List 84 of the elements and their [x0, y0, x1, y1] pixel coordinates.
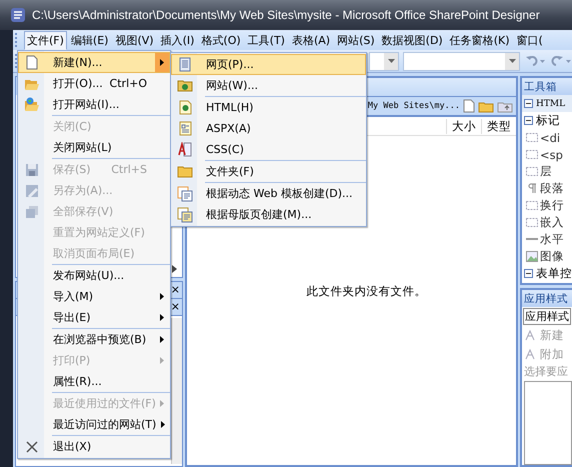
menu-item[interactable]: 导入(M) — [18, 286, 170, 307]
image-icon[interactable] — [526, 251, 538, 262]
toolbox-item[interactable]: <sp — [540, 148, 563, 162]
new-page-icon[interactable] — [463, 99, 475, 113]
form-page-icon — [178, 121, 192, 136]
web-page-icon — [178, 57, 192, 72]
menu-item[interactable]: 新建(N)... — [18, 52, 170, 73]
column-header[interactable]: 大小 — [446, 118, 481, 134]
disks-icon — [25, 204, 39, 218]
menu-item[interactable]: 工具(T) — [244, 30, 288, 50]
arrow-right-icon[interactable] — [172, 265, 178, 273]
menu-item[interactable]: 退出(X) — [18, 436, 170, 457]
menu-item[interactable]: 表格(A) — [288, 30, 334, 50]
element-icon[interactable] — [526, 166, 538, 177]
element-icon[interactable] — [526, 200, 538, 211]
element-icon[interactable] — [526, 217, 538, 228]
globe-folder-icon — [24, 97, 40, 112]
menu-item[interactable]: 窗口( — [514, 30, 546, 50]
menu-item[interactable]: 导出(E) — [18, 307, 170, 328]
redo-icon[interactable] — [550, 54, 572, 68]
collapse-icon[interactable] — [524, 116, 533, 125]
close-icon — [26, 440, 38, 452]
menu-item[interactable]: 根据动态 Web 模板创建(D)... — [171, 183, 366, 204]
caret-icon — [388, 59, 395, 63]
menu-item[interactable]: 最近访问过的网站(T) — [18, 414, 170, 435]
menu-item[interactable]: 打开网站(I)... — [18, 94, 170, 115]
toolbox-item[interactable]: 图像 — [540, 249, 564, 264]
pilcrow-icon[interactable] — [526, 183, 538, 194]
menu-item[interactable]: 属性(R)... — [18, 371, 170, 392]
menu-item[interactable]: 打开(O)... Ctrl+O — [18, 73, 170, 94]
menu-item[interactable]: 网页(P)... — [171, 54, 366, 75]
section-label: 表单控 — [536, 266, 572, 281]
menu-item[interactable]: CSS(C) — [171, 139, 366, 160]
caret-icon — [508, 59, 516, 63]
disk-pencil-icon — [25, 184, 39, 198]
menu-item[interactable]: 根据母版页创建(M)... — [171, 204, 366, 225]
menu-item[interactable]: 文件(F) — [24, 30, 67, 50]
panel-title: 工具箱 — [524, 80, 557, 94]
toolbox-item[interactable]: 换行 — [540, 198, 564, 213]
element-icon[interactable] — [526, 132, 538, 143]
folder-icon — [177, 165, 193, 178]
page-icon — [26, 55, 38, 70]
template-page-icon — [177, 186, 193, 202]
menu-item[interactable]: 编辑(E) — [68, 30, 112, 50]
menu-item[interactable]: 文件夹(F) — [171, 161, 366, 182]
section-label: 标记 — [536, 113, 560, 128]
section-label: HTML — [536, 98, 566, 108]
toolbox-item[interactable]: <di — [540, 130, 560, 144]
dropdown[interactable] — [369, 52, 400, 70]
collapse-icon[interactable] — [524, 269, 533, 278]
toolbox-item[interactable]: 水平 — [540, 232, 564, 247]
tab[interactable]: 应用样式 — [523, 308, 571, 325]
collapse-icon[interactable] — [524, 99, 533, 108]
globe-folder-icon — [177, 79, 193, 92]
globe-page-icon — [178, 100, 192, 115]
menu-item[interactable]: 网站(W)... — [171, 75, 366, 96]
element-icon[interactable] — [526, 149, 538, 160]
column-header[interactable]: 类型 — [481, 118, 516, 134]
hint-text: 选择要应 — [523, 364, 569, 379]
menu-item[interactable]: 网站(S) — [334, 30, 378, 50]
folder-path: My Web Sites\my... — [368, 101, 460, 111]
menu-item[interactable]: 视图(V) — [112, 30, 157, 50]
menu-item[interactable]: HTML(H) — [171, 97, 366, 118]
scrollbar[interactable] — [171, 318, 182, 464]
empty-message: 此文件夹内没有文件。 — [306, 284, 426, 299]
toolbox-item[interactable]: 层 — [540, 164, 552, 179]
undo-icon[interactable] — [524, 54, 546, 68]
panel-title: 应用样式 — [524, 292, 568, 306]
menu-item[interactable]: 插入(I) — [158, 30, 198, 50]
app-icon — [10, 7, 26, 23]
menu-item[interactable]: 任务窗格(K) — [446, 30, 513, 50]
folder-icon[interactable] — [478, 100, 494, 112]
menu-item[interactable]: 格式(O) — [198, 30, 244, 50]
menu-item[interactable]: 数据视图(D) — [378, 30, 446, 50]
toolbox-item[interactable]: 嵌入 — [540, 215, 564, 230]
window-title: C:\Users\Administrator\Documents\My Web Sites\mysite - Microsoft Office SharePoint Designer — [32, 8, 540, 22]
toolbox-item[interactable]: 段落 — [540, 181, 564, 196]
menu-item[interactable]: ASPX(A) — [171, 118, 366, 139]
stylesheet-icon — [178, 142, 192, 157]
master-page-icon — [177, 206, 193, 222]
menu-item[interactable]: 在浏览器中预览(B) — [18, 329, 170, 350]
up-folder-icon[interactable] — [497, 100, 513, 112]
menu-item[interactable]: 关闭网站(L) — [18, 137, 170, 158]
menu-item[interactable]: 发布网站(U)... — [18, 265, 170, 286]
